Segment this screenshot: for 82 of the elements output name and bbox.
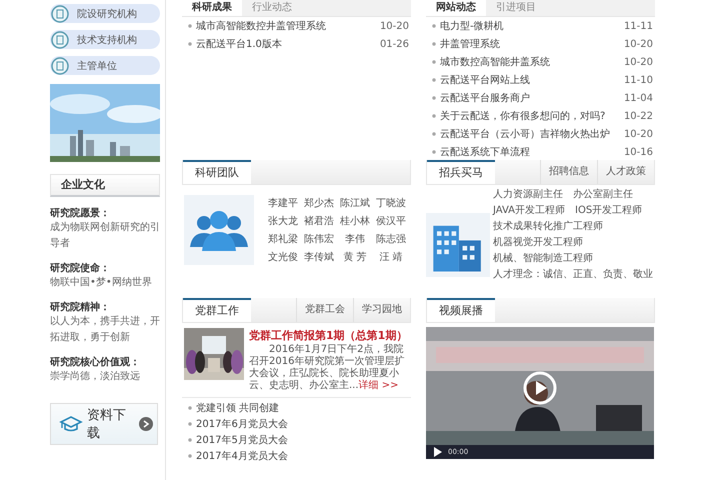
member-link[interactable]: 汪 靖 (374, 249, 408, 267)
member-link[interactable]: 陈伟宏 (302, 231, 336, 249)
member-link[interactable]: 侯汉平 (374, 213, 408, 231)
news-date: 10-16 (624, 146, 654, 158)
download-button[interactable]: 资料下载 (50, 403, 158, 445)
news-date: 10-22 (624, 110, 654, 122)
header-link[interactable]: 招聘信息 (540, 160, 597, 184)
news-link[interactable]: 2017年5月党员大会 (188, 433, 288, 447)
culture-text: 崇学尚德，淡泊致远 (50, 370, 141, 384)
section-tab[interactable]: 党群工作 (183, 298, 251, 322)
document-icon (51, 4, 69, 22)
culture-heading: 研究院核心价值观： (50, 355, 140, 369)
member-link[interactable]: 黄 芳 (338, 249, 372, 267)
member-link[interactable]: 李建平 (266, 195, 300, 213)
news-date: 11-11 (624, 20, 654, 32)
member-link[interactable]: 文光俊 (266, 249, 300, 267)
graduation-cap-icon (59, 415, 83, 433)
culture-text: 物联中国•梦•网纳世界 (50, 276, 153, 290)
culture-heading: 研究院使命： (50, 262, 110, 275)
header-link[interactable]: 党群工会 (296, 298, 353, 322)
section-tab[interactable]: 视频展播 (427, 298, 495, 322)
document-icon (51, 30, 69, 48)
member-link[interactable]: 陈志强 (374, 231, 408, 249)
sidebar-link[interactable]: 技术支持机构 (50, 30, 160, 49)
news-link[interactable]: 城市数控高智能井盖系统 (432, 55, 550, 69)
job-link[interactable]: 机械、智能制造工程师 (493, 253, 593, 264)
member-link[interactable]: 桂小林 (338, 213, 372, 231)
building-icon (426, 213, 490, 277)
article-summary: 2016年1月7日下午2点，我院召开2016年研究院第一次管理层扩大会议，庄弘院长、院长助理夏小云、史志明、办公室主...详细 >> (249, 344, 406, 392)
header-link[interactable]: 人才政策 (597, 160, 654, 184)
play-icon (523, 371, 557, 405)
member-link[interactable]: 李伟 (338, 231, 372, 249)
news-link[interactable]: 云配送平台网站上线 (432, 73, 530, 87)
section-tab[interactable]: 网站动态 (426, 0, 486, 16)
news-date: 01-26 (380, 38, 410, 50)
job-link[interactable]: 人力资源副主任 (493, 189, 563, 200)
section-title: 企业文化 (50, 174, 160, 197)
job-link[interactable]: 技术成果转化推广工程师 (493, 221, 603, 232)
news-link[interactable]: 城市高智能数控井盖管理系统 (188, 19, 326, 33)
section-tab[interactable]: 招兵买马 (427, 160, 495, 184)
news-link[interactable]: 关于云配送，你有很多想问的，对吗? (432, 109, 606, 123)
sidebar-link[interactable]: 主管单位 (50, 56, 160, 75)
member-link[interactable]: 郑礼梁 (266, 231, 300, 249)
section-tab[interactable]: 科研团队 (183, 160, 251, 184)
news-link[interactable]: 云配送平台（云小哥）吉祥物火热出炉 (432, 127, 610, 141)
job-link[interactable]: 办公室副主任 (573, 189, 633, 200)
member-link[interactable]: 丁晓波 (374, 195, 408, 213)
sidebar-link[interactable]: 院设研究机构 (50, 4, 160, 23)
details-link[interactable]: 详细 >> (358, 380, 398, 391)
news-link[interactable]: 2017年4月党员大会 (188, 449, 288, 463)
member-link[interactable]: 张大龙 (266, 213, 300, 231)
job-link[interactable]: 机器视觉开发工程师 (493, 237, 583, 248)
news-link[interactable]: 云配送平台服务商户 (432, 91, 530, 105)
news-date: 10-20 (624, 128, 654, 140)
news-link[interactable]: 党建引领 共同创建 (188, 401, 280, 415)
news-link[interactable]: 井盖管理系统 (432, 37, 500, 51)
news-date: 11-04 (624, 92, 654, 104)
people-icon (184, 195, 254, 265)
culture-heading: 研究院精神： (50, 300, 110, 314)
news-link[interactable]: 电力型-微耕机 (432, 19, 504, 33)
news-link[interactable]: 云配送系统下单流程 (432, 145, 530, 159)
play-icon (434, 447, 442, 457)
news-link[interactable]: 云配送平台1.0版本 (188, 37, 282, 51)
article-title[interactable]: 党群工作简报第1期（总第1期） (249, 328, 411, 343)
news-date: 11-10 (624, 74, 654, 86)
talent-philosophy: 人才理念：诚信、正直、负责、敬业 (493, 268, 654, 282)
culture-heading: 研究院愿景： (50, 206, 110, 220)
news-date: 10-20 (624, 38, 654, 50)
member-link[interactable]: 褚君浩 (302, 213, 336, 231)
header-link[interactable]: 学习园地 (353, 298, 410, 322)
news-link[interactable]: 2017年6月党员大会 (188, 417, 288, 431)
news-date: 10-20 (624, 56, 654, 68)
job-link[interactable]: IOS开发工程师 (575, 205, 642, 216)
news-date: 10-20 (380, 20, 410, 32)
job-link[interactable]: JAVA开发工程师 (493, 205, 566, 216)
section-tab[interactable]: 科研成果 (182, 0, 242, 16)
document-icon (51, 56, 69, 74)
culture-text: 以人为本，携手共进，开拓进取，勇于创新 (50, 314, 160, 345)
member-link[interactable]: 陈江斌 (338, 195, 372, 213)
culture-text: 成为物联网创新研究的引导者 (50, 220, 160, 251)
member-link[interactable]: 郑少杰 (302, 195, 336, 213)
member-link[interactable]: 李传斌 (302, 249, 336, 267)
